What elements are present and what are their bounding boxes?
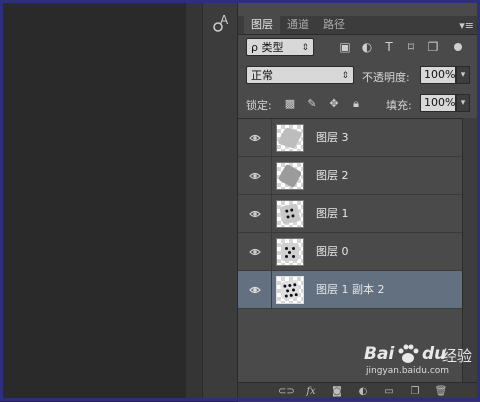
tab-layers[interactable]: 图层 — [244, 16, 280, 34]
fill-dropdown-button[interactable]: ▾ — [456, 94, 470, 112]
add-mask-icon[interactable]: ◙ — [330, 385, 344, 399]
layer-name: 图层 1 副本 2 — [316, 283, 385, 296]
lock-all-icon[interactable]: 🔒︎ — [350, 98, 362, 110]
eye-icon — [249, 210, 261, 218]
adjustment-layer-icon[interactable]: ◐ — [356, 385, 370, 399]
opacity-input[interactable]: 100% — [420, 66, 456, 84]
link-layers-icon[interactable]: ⊂⊃ — [278, 385, 295, 399]
tab-paths[interactable]: 路径 — [316, 16, 352, 34]
lock-transparent-icon[interactable]: ▩ — [284, 98, 296, 110]
paw-icon — [398, 344, 419, 363]
filter-toggle-icon[interactable] — [454, 43, 462, 51]
layer-thumbnail — [276, 162, 304, 190]
layer-row[interactable]: 图层 1 — [238, 195, 462, 233]
pixel-filter-icon[interactable]: ▣ — [338, 40, 352, 54]
filter-row: ρ 类型 ⇕ ▣ ◐ T ⌑ ❐ — [238, 38, 480, 58]
layer-row[interactable]: 图层 0 — [238, 233, 462, 271]
type-filter-icon[interactable]: T — [382, 40, 396, 54]
filter-kind-label: ρ 类型 — [251, 41, 284, 54]
blend-mode-value: 正常 — [251, 69, 273, 82]
eye-icon — [249, 248, 261, 256]
layer-thumbnail — [276, 200, 304, 228]
panel-gutter — [186, 0, 202, 401]
fill-label: 填充: — [386, 99, 412, 112]
layer-row[interactable]: 图层 3 — [238, 119, 462, 157]
blend-mode-select[interactable]: 正常 ⇕ — [246, 66, 354, 84]
shape-filter-icon[interactable]: ⌑ — [404, 40, 418, 54]
eye-icon — [249, 286, 261, 294]
collapsed-icon-top[interactable] — [217, 0, 225, 3]
canvas-area[interactable] — [0, 0, 186, 401]
chevron-updown-icon: ⇕ — [341, 71, 349, 81]
visibility-toggle[interactable] — [238, 195, 272, 232]
watermark-brand-cn: 经验 — [442, 347, 473, 365]
visibility-toggle[interactable] — [238, 271, 272, 308]
lock-label: 锁定: — [246, 99, 272, 112]
layer-name: 图层 3 — [316, 131, 349, 144]
tab-channels[interactable]: 通道 — [280, 16, 316, 34]
delete-layer-icon[interactable]: 🗑︎ — [434, 385, 448, 399]
panel-tabs: 图层 通道 路径 ▾≡ — [238, 16, 480, 35]
layer-name: 图层 0 — [316, 245, 349, 258]
layer-name: 图层 1 — [316, 207, 349, 220]
collapsed-panel-strip: A — [202, 0, 238, 401]
visibility-toggle[interactable] — [238, 119, 272, 156]
visibility-toggle[interactable] — [238, 157, 272, 194]
lock-image-icon[interactable]: ✎ — [306, 98, 318, 110]
layer-thumbnail — [276, 238, 304, 266]
watermark-url: jingyan.baidu.com — [366, 366, 450, 376]
baidu-jingyan-watermark: Bai du 经验 jingyan.baidu.com — [362, 340, 472, 380]
filter-kind-select[interactable]: ρ 类型 ⇕ — [246, 38, 314, 56]
chevron-updown-icon: ⇕ — [301, 43, 309, 53]
smart-object-filter-icon[interactable]: ❐ — [426, 40, 440, 54]
watermark-brand-left: Bai — [364, 344, 395, 364]
opacity-label: 不透明度: — [362, 71, 410, 84]
layer-thumbnail — [276, 124, 304, 152]
new-group-icon[interactable]: ▭ — [382, 385, 396, 399]
layer-row-selected[interactable]: 图层 1 副本 2 — [238, 271, 462, 309]
fill-input[interactable]: 100% — [420, 94, 456, 112]
layer-name: 图层 2 — [316, 169, 349, 182]
fx-icon[interactable]: fx — [304, 385, 318, 399]
layer-actions-bar: ⊂⊃ fx ◙ ◐ ▭ ❐ 🗑︎ — [238, 382, 480, 402]
new-layer-icon[interactable]: ❐ — [408, 385, 422, 399]
svg-text:A: A — [220, 13, 229, 27]
eye-icon — [249, 134, 261, 142]
panel-menu-icon[interactable]: ▾≡ — [459, 19, 474, 32]
eye-icon — [249, 172, 261, 180]
lock-row: 锁定: ▩ ✎ ✥ 🔒︎ 填充: 100% ▾ — [238, 94, 480, 114]
character-panel-icon[interactable]: A — [213, 12, 231, 34]
lock-position-icon[interactable]: ✥ — [328, 98, 340, 110]
adjustment-filter-icon[interactable]: ◐ — [360, 40, 374, 54]
blend-row: 正常 ⇕ 不透明度: 100% ▾ — [238, 66, 480, 86]
layer-thumbnail — [276, 276, 304, 304]
layer-row[interactable]: 图层 2 — [238, 157, 462, 195]
visibility-toggle[interactable] — [238, 233, 272, 270]
opacity-dropdown-button[interactable]: ▾ — [456, 66, 470, 84]
